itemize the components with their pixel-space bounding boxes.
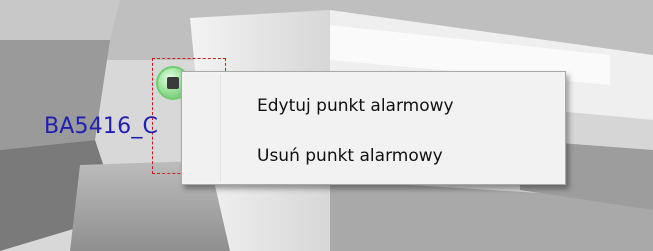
context-menu: Edytuj punkt alarmowy Usuń punkt alarmow… [181, 71, 566, 185]
context-menu-icon-gutter [184, 74, 221, 182]
menu-item-edit-alarm-point[interactable]: Edytuj punkt alarmowy [222, 84, 563, 128]
alarm-point-label[interactable]: BA5416_C [44, 114, 158, 139]
menu-item-delete-alarm-point[interactable]: Usuń punkt alarmowy [222, 134, 563, 178]
